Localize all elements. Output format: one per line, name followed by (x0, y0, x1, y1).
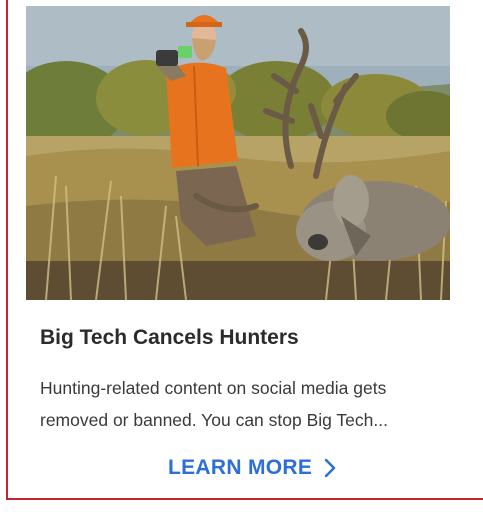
ad-photo[interactable] (26, 6, 450, 300)
chevron-right-icon (324, 458, 336, 478)
learn-more-button[interactable]: LEARN MORE (168, 456, 336, 480)
ad-headline[interactable]: Big Tech Cancels Hunters (40, 326, 299, 350)
bottom-border (6, 498, 483, 500)
learn-more-label: LEARN MORE (168, 456, 313, 479)
left-border (6, 0, 8, 500)
hunter-with-deer-photo (26, 6, 450, 300)
ad-frame: Big Tech Cancels Hunters Hunting-related… (0, 0, 483, 512)
ad-body-text: Hunting-related content on social media … (40, 378, 388, 430)
